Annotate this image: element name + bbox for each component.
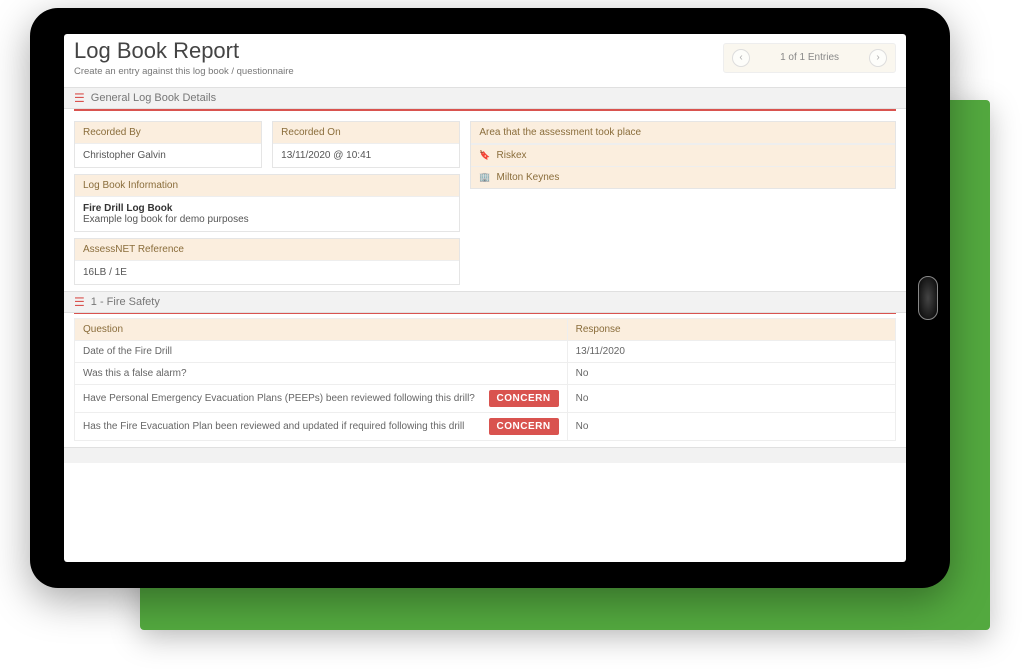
bookmark-icon: 🔖 — [479, 150, 490, 161]
entry-pager: ‹ 1 of 1 Entries › — [723, 43, 896, 73]
question-cell: Was this a false alarm? — [75, 363, 568, 385]
section-general-details: ☰ General Log Book Details — [64, 87, 906, 109]
question-text: Has the Fire Evacuation Plan been review… — [83, 421, 481, 432]
pager-next-button[interactable]: › — [869, 49, 887, 67]
table-row: Have Personal Emergency Evacuation Plans… — [75, 385, 896, 413]
area-item[interactable]: 🏢 Milton Keynes — [471, 166, 895, 188]
recorded-on-card: Recorded On 13/11/2020 @ 10:41 — [272, 121, 460, 168]
tablet-frame: Log Book Report Create an entry against … — [30, 8, 950, 588]
table-row: Has the Fire Evacuation Plan been review… — [75, 413, 896, 441]
table-row: Was this a false alarm? No — [75, 363, 896, 385]
response-cell: No — [567, 385, 895, 413]
recorded-on-value: 13/11/2020 @ 10:41 — [273, 144, 459, 167]
pager-count: 1 of 1 Entries — [780, 52, 839, 63]
section-divider — [74, 109, 896, 111]
reference-card: AssessNET Reference 16LB / 1E — [74, 238, 460, 285]
table-row: Date of the Fire Drill 13/11/2020 — [75, 341, 896, 363]
col-question: Question — [75, 319, 568, 341]
question-text: Was this a false alarm? — [83, 368, 559, 379]
response-cell: No — [567, 413, 895, 441]
area-item-label: Riskex — [497, 150, 527, 161]
questions-table: Question Response Date of the Fire Drill… — [74, 318, 896, 441]
logbook-info-card: Log Book Information Fire Drill Log Book… — [74, 174, 460, 232]
response-cell: No — [567, 363, 895, 385]
recorded-by-value: Christopher Galvin — [75, 144, 261, 167]
area-label: Area that the assessment took place — [471, 122, 895, 144]
logbook-name: Fire Drill Log Book — [83, 203, 172, 214]
section-divider — [74, 313, 896, 315]
concern-badge: CONCERN — [489, 418, 559, 435]
pager-prev-button[interactable]: ‹ — [732, 49, 750, 67]
question-cell: Has the Fire Evacuation Plan been review… — [75, 413, 568, 441]
logbook-desc: Example log book for demo purposes — [83, 214, 249, 225]
area-item-label: Milton Keynes — [497, 172, 560, 183]
area-list: 🔖 Riskex 🏢 Milton Keynes — [470, 144, 896, 189]
list-icon: ☰ — [74, 92, 85, 104]
reference-label: AssessNET Reference — [75, 239, 459, 261]
concern-badge: CONCERN — [489, 390, 559, 407]
question-text: Have Personal Emergency Evacuation Plans… — [83, 393, 481, 404]
tablet-home-button[interactable] — [918, 276, 938, 320]
question-cell: Have Personal Emergency Evacuation Plans… — [75, 385, 568, 413]
page-title: Log Book Report — [74, 38, 723, 64]
list-icon: ☰ — [74, 296, 85, 308]
recorded-by-label: Recorded By — [75, 122, 261, 144]
area-item[interactable]: 🔖 Riskex — [471, 144, 895, 166]
area-card: Area that the assessment took place — [470, 121, 896, 144]
response-cell: 13/11/2020 — [567, 341, 895, 363]
section-title: 1 - Fire Safety — [91, 296, 160, 308]
app-screen: Log Book Report Create an entry against … — [64, 34, 906, 562]
footer-bar — [64, 447, 906, 463]
recorded-on-label: Recorded On — [273, 122, 459, 144]
col-response: Response — [567, 319, 895, 341]
question-cell: Date of the Fire Drill — [75, 341, 568, 363]
page-header: Log Book Report Create an entry against … — [64, 34, 906, 81]
logbook-info-label: Log Book Information — [75, 175, 459, 197]
section-fire-safety: ☰ 1 - Fire Safety — [64, 291, 906, 313]
question-text: Date of the Fire Drill — [83, 346, 559, 357]
building-icon: 🏢 — [479, 172, 490, 183]
page-subtitle: Create an entry against this log book / … — [74, 66, 723, 77]
recorded-by-card: Recorded By Christopher Galvin — [74, 121, 262, 168]
reference-value: 16LB / 1E — [75, 261, 459, 284]
details-grid: Recorded By Christopher Galvin Recorded … — [64, 115, 906, 285]
section-title: General Log Book Details — [91, 92, 216, 104]
